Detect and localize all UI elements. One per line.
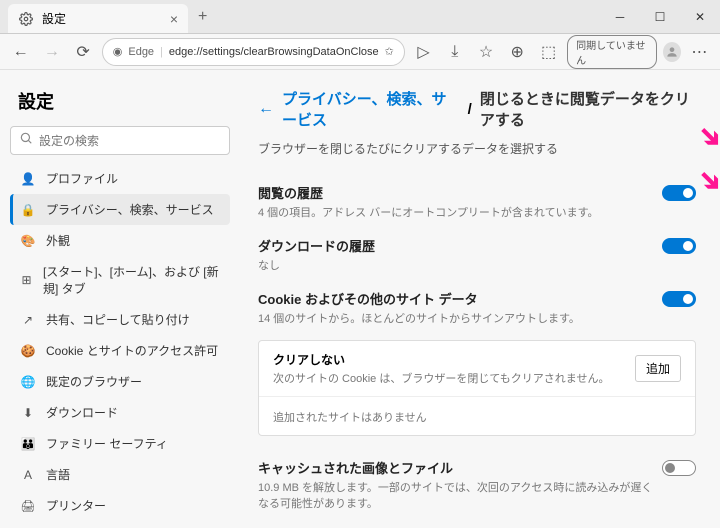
- back-arrow-icon[interactable]: ←: [258, 100, 274, 118]
- collections-icon[interactable]: ⊕: [505, 38, 530, 66]
- minimize-button[interactable]: ─: [600, 0, 640, 33]
- sidebar-item[interactable]: 💻システム: [10, 521, 230, 528]
- browser-tab[interactable]: 設定 ×: [8, 4, 188, 33]
- sidebar-item-label: ダウンロード: [46, 404, 118, 421]
- card-desc: 次のサイトの Cookie は、ブラウザーを閉じてもクリアされません。: [273, 370, 635, 386]
- sidebar-icon: ⬇: [20, 405, 36, 421]
- sidebar-item-label: Cookie とサイトのアクセス許可: [46, 342, 218, 359]
- setting-title: キャッシュされた画像とファイル: [258, 458, 662, 477]
- setting-desc: 14 個のサイトから。ほとんどのサイトからサインアウトします。: [258, 310, 662, 326]
- addr-url: edge://settings/clearBrowsingDataOnClose: [169, 46, 379, 58]
- sidebar-item-label: プリンター: [46, 497, 106, 514]
- close-tab-icon[interactable]: ×: [170, 11, 178, 27]
- sidebar-title: 設定: [18, 88, 230, 114]
- sidebar-item[interactable]: 🌐 既定のブラウザー: [10, 366, 230, 397]
- setting-desc: 4 個の項目。アドレス バーにオートコンプリートが含まれています。: [258, 204, 662, 220]
- setting-row: キャッシュされた画像とファイル 10.9 MB を解放します。一部のサイトでは、次…: [258, 450, 696, 519]
- toolbar: ← → ⟳ ◉ Edge | edge://settings/clearBrow…: [0, 34, 720, 70]
- sidebar-item[interactable]: 🖨 プリンター: [10, 490, 230, 521]
- tab-title: 設定: [42, 10, 66, 27]
- page-subhead: ブラウザーを閉じるたびにクリアするデータを選択する: [258, 140, 696, 157]
- sidebar-item[interactable]: 👤 プロファイル: [10, 163, 230, 194]
- toggle-switch[interactable]: [662, 460, 696, 476]
- downloads-icon[interactable]: ⤓: [442, 38, 467, 66]
- sidebar-item[interactable]: 🔒 プライバシー、検索、サービス: [10, 194, 230, 225]
- reader-icon[interactable]: ✩: [385, 45, 394, 58]
- search-icon: [19, 131, 33, 150]
- breadcrumb-sep: /: [468, 101, 472, 118]
- sidebar: 設定 👤 プロファイル 🔒 プライバシー、検索、サービス 🎨 外観 ⊞ [スタート]、[ホーム…: [0, 70, 240, 528]
- toggle-switch[interactable]: [662, 291, 696, 307]
- back-button[interactable]: ←: [8, 38, 33, 66]
- profile-avatar[interactable]: [663, 42, 681, 62]
- sidebar-icon: ↗: [20, 312, 36, 328]
- exclusion-card: クリアしない次のサイトの Cookie は、ブラウザーを閉じてもクリアされません…: [258, 340, 696, 436]
- sidebar-item[interactable]: 🎨 外観: [10, 225, 230, 256]
- sync-status[interactable]: 同期していません: [567, 35, 657, 69]
- more-icon[interactable]: ⋯: [687, 38, 712, 66]
- sidebar-item-label: 既定のブラウザー: [46, 373, 142, 390]
- toggle-switch[interactable]: [662, 238, 696, 254]
- forward-button[interactable]: →: [39, 38, 64, 66]
- new-tab-button[interactable]: +: [188, 0, 217, 33]
- edge-icon: ◉: [113, 45, 123, 58]
- setting-title: 閲覧の履歴: [258, 183, 662, 202]
- sidebar-icon: 🌐: [20, 374, 36, 390]
- address-bar[interactable]: ◉ Edge | edge://settings/clearBrowsingDa…: [102, 38, 405, 66]
- refresh-button[interactable]: ⟳: [71, 38, 96, 66]
- sidebar-icon: 🔒: [20, 202, 36, 218]
- sidebar-icon: 👤: [20, 171, 36, 187]
- setting-row: パスワード3 個のパスワード (docomo.ne.jp、google.com、…: [258, 519, 696, 528]
- setting-title: ダウンロードの履歴: [258, 236, 662, 255]
- sidebar-icon: 🖨: [20, 498, 36, 514]
- sidebar-icon: 👪: [20, 436, 36, 452]
- sidebar-item[interactable]: ⬇ ダウンロード: [10, 397, 230, 428]
- sidebar-item[interactable]: 👪 ファミリー セーフティ: [10, 428, 230, 459]
- add-button[interactable]: 追加: [635, 355, 681, 382]
- setting-title: Cookie およびその他のサイト データ: [258, 289, 662, 308]
- sidebar-item-label: ファミリー セーフティ: [46, 435, 168, 452]
- card-title: クリアしない: [273, 351, 635, 368]
- addr-prefix: Edge: [128, 46, 154, 58]
- setting-row: Cookie およびその他のサイト データ 14 個のサイトから。ほとんどのサイト…: [258, 281, 696, 334]
- setting-desc: なし: [258, 257, 662, 273]
- favorites-icon[interactable]: ☆: [473, 38, 498, 66]
- play-icon[interactable]: ▷: [411, 38, 436, 66]
- search-input[interactable]: [39, 134, 221, 148]
- toggle-switch[interactable]: [662, 185, 696, 201]
- sidebar-icon: A: [20, 467, 36, 483]
- sidebar-item[interactable]: ⊞ [スタート]、[ホーム]、および [新規] タブ: [10, 256, 230, 304]
- sidebar-item-label: [スタート]、[ホーム]、および [新規] タブ: [43, 263, 220, 297]
- gear-icon: [18, 11, 34, 27]
- setting-row: 閲覧の履歴 4 個の項目。アドレス バーにオートコンプリートが含まれています。: [258, 175, 696, 228]
- sidebar-item-label: プロファイル: [46, 170, 118, 187]
- sidebar-item[interactable]: A 言語: [10, 459, 230, 490]
- main-panel: ← プライバシー、検索、サービス / 閉じるときに閲覧データをクリアする ブラウ…: [240, 70, 720, 528]
- breadcrumb-current: 閉じるときに閲覧データをクリアする: [480, 88, 696, 130]
- sidebar-icon: 🍪: [20, 343, 36, 359]
- maximize-button[interactable]: ☐: [640, 0, 680, 33]
- sidebar-item[interactable]: ↗ 共有、コピーして貼り付け: [10, 304, 230, 335]
- close-window-button[interactable]: ✕: [680, 0, 720, 33]
- titlebar: 設定 × + ─ ☐ ✕: [0, 0, 720, 34]
- setting-row: ダウンロードの履歴なし: [258, 228, 696, 281]
- sidebar-icon: 🎨: [20, 233, 36, 249]
- breadcrumb-link[interactable]: プライバシー、検索、サービス: [282, 88, 460, 130]
- extensions-icon[interactable]: ⬚: [536, 38, 561, 66]
- breadcrumb: ← プライバシー、検索、サービス / 閉じるときに閲覧データをクリアする: [258, 88, 696, 130]
- sidebar-icon: ⊞: [20, 272, 33, 288]
- sidebar-item-label: 共有、コピーして貼り付け: [46, 311, 190, 328]
- settings-search[interactable]: [10, 126, 230, 155]
- setting-desc: 10.9 MB を解放します。一部のサイトでは、次回のアクセス時に読み込みが遅く…: [258, 479, 662, 511]
- sidebar-item[interactable]: 🍪 Cookie とサイトのアクセス許可: [10, 335, 230, 366]
- sidebar-item-label: プライバシー、検索、サービス: [46, 201, 214, 218]
- card-empty: 追加されたサイトはありません: [273, 409, 427, 425]
- sidebar-item-label: 外観: [46, 232, 70, 249]
- sidebar-item-label: 言語: [46, 466, 70, 483]
